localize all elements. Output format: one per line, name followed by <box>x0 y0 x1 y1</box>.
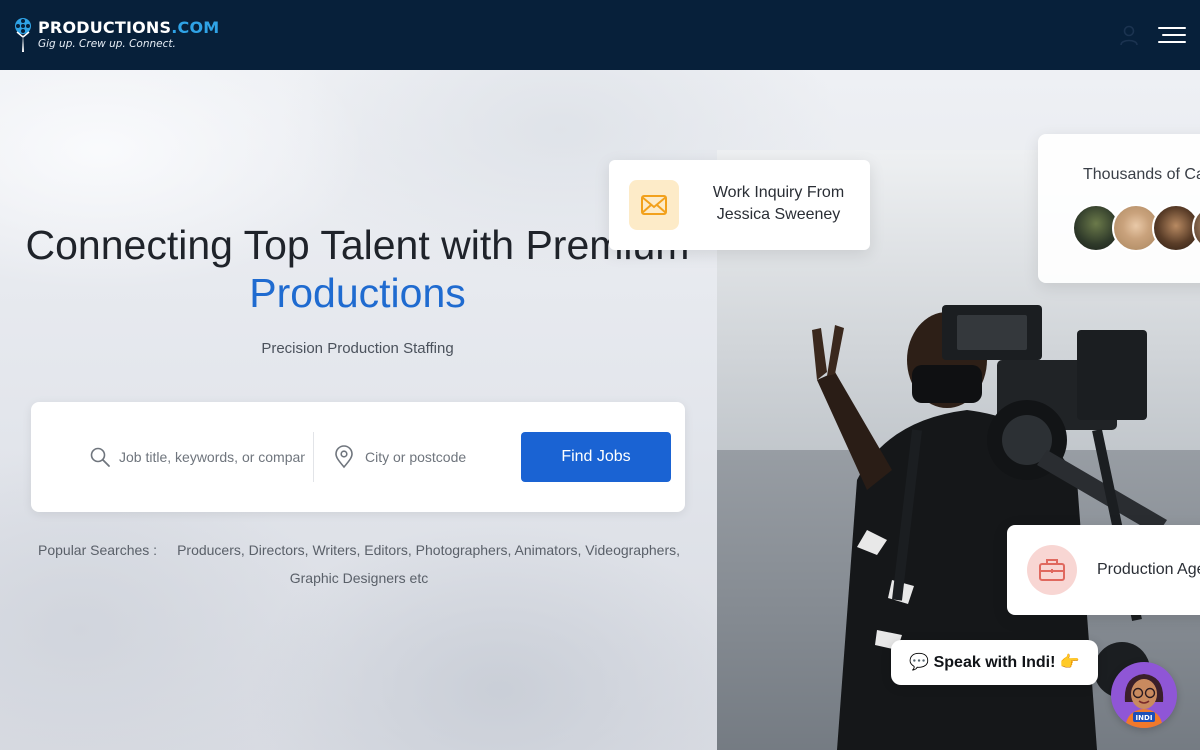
indi-label: INDI <box>1136 714 1153 722</box>
city-postcode-input[interactable] <box>365 445 535 469</box>
hero-subtitle: Precision Production Staffing <box>261 340 454 357</box>
location-pin-icon <box>335 445 353 469</box>
production-agency-text: Production Age <box>1097 561 1200 578</box>
top-navbar: PRODUCTIONS.COM Gig up. Crew up. Connect… <box>0 0 1200 70</box>
briefcase-icon <box>1039 559 1065 581</box>
search-divider <box>313 432 314 482</box>
user-icon[interactable] <box>1118 24 1140 46</box>
hero-title: Connecting Top Talent with Premium Produ… <box>20 221 695 317</box>
search-icon <box>90 447 110 467</box>
indi-character-icon: INDI <box>1124 674 1164 728</box>
production-agency-card: Production Age <box>1007 525 1200 615</box>
hamburger-menu-icon[interactable] <box>1158 25 1186 45</box>
popular-searches-list[interactable]: Producers, Directors, Writers, Editors, … <box>177 542 680 586</box>
thousands-text: Thousands of Ca <box>1083 166 1200 183</box>
work-inquiry-line2: Jessica Sweeney <box>716 206 841 223</box>
brand-logo[interactable]: PRODUCTIONS.COM Gig up. Crew up. Connect… <box>14 17 219 55</box>
envelope-icon <box>641 195 667 215</box>
brand-tagline: Gig up. Crew up. Connect. <box>38 38 176 50</box>
envelope-icon-badge <box>629 180 679 230</box>
hero-title-accent: Productions <box>249 270 466 316</box>
find-jobs-button[interactable]: Find Jobs <box>521 432 671 482</box>
job-keyword-input[interactable] <box>119 445 305 469</box>
popular-searches: Popular Searches : Producers, Directors, … <box>24 536 694 592</box>
work-inquiry-line1: Work Inquiry From <box>712 184 845 201</box>
speak-with-indi-bubble[interactable]: 💬 Speak with Indi! 👉 <box>891 640 1098 685</box>
briefcase-icon-badge <box>1027 545 1077 595</box>
popular-searches-label: Popular Searches : <box>38 542 158 558</box>
work-inquiry-card: Work Inquiry From Jessica Sweeney <box>609 160 870 250</box>
film-reel-logo-icon <box>15 18 31 52</box>
job-search-form: Find Jobs <box>31 402 685 512</box>
work-inquiry-text: Work Inquiry From Jessica Sweeney <box>691 182 866 226</box>
brand-name: PRODUCTIONS.COM <box>38 18 220 37</box>
thousands-of-candidates-card: Thousands of Ca <box>1038 134 1200 283</box>
hero-title-line1: Connecting Top Talent with Premium <box>25 222 690 268</box>
indi-chatbot-avatar[interactable]: INDI <box>1111 662 1177 728</box>
